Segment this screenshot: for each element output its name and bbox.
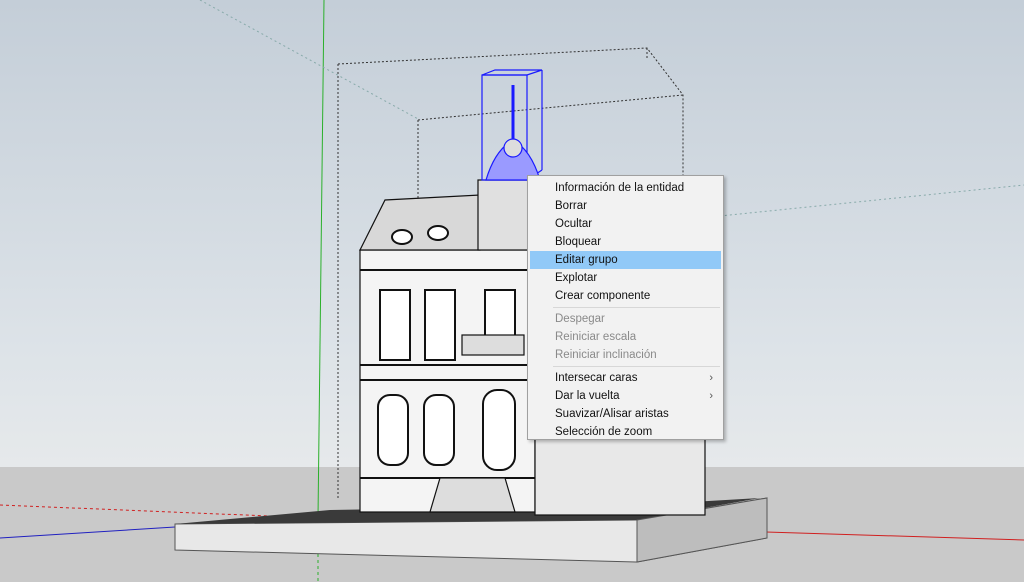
green-axis — [318, 0, 324, 518]
submenu-arrow-icon: › — [709, 387, 713, 405]
menu-item-label: Intersecar caras — [555, 372, 637, 384]
menu-item-label: Crear componente — [555, 290, 650, 302]
menu-item-reiniciar-inclinacion: Reiniciar inclinación — [530, 346, 721, 364]
menu-item-crear-componente[interactable]: Crear componente — [530, 287, 721, 305]
menu-item-editar-grupo[interactable]: Editar grupo — [530, 251, 721, 269]
menu-item-borrar[interactable]: Borrar — [530, 197, 721, 215]
menu-item-label: Bloquear — [555, 236, 601, 248]
menu-item-label: Reiniciar inclinación — [555, 349, 657, 361]
menu-item-seleccion-de-zoom[interactable]: Selección de zoom — [530, 423, 721, 441]
selected-group-dome — [482, 70, 542, 180]
menu-item-label: Dar la vuelta — [555, 390, 620, 402]
menu-item-suavizar-alisar-aristas[interactable]: Suavizar/Alisar aristas — [530, 405, 721, 423]
menu-item-dar-la-vuelta[interactable]: Dar la vuelta › — [530, 387, 721, 405]
menu-item-label: Suavizar/Alisar aristas — [555, 408, 669, 420]
submenu-arrow-icon: › — [709, 369, 713, 387]
menu-item-label: Editar grupo — [555, 254, 618, 266]
guide-line — [200, 0, 420, 120]
sketchup-viewport[interactable]: Información de la entidad Borrar Ocultar Bl… — [0, 0, 1024, 582]
menu-separator — [553, 366, 720, 367]
menu-item-intersecar-caras[interactable]: Intersecar caras › — [530, 369, 721, 387]
menu-separator — [553, 307, 720, 308]
menu-item-despegar: Despegar — [530, 310, 721, 328]
guide-line — [700, 185, 1024, 218]
menu-item-bloquear[interactable]: Bloquear — [530, 233, 721, 251]
menu-item-label: Selección de zoom — [555, 426, 652, 438]
menu-item-explotar[interactable]: Explotar — [530, 269, 721, 287]
menu-item-label: Reiniciar escala — [555, 331, 636, 343]
menu-item-label: Ocultar — [555, 218, 592, 230]
menu-item-ocultar[interactable]: Ocultar — [530, 215, 721, 233]
menu-item-label: Borrar — [555, 200, 587, 212]
menu-item-label: Explotar — [555, 272, 597, 284]
menu-item-label: Despegar — [555, 313, 605, 325]
menu-item-label: Información de la entidad — [555, 182, 684, 194]
menu-item-reiniciar-escala: Reiniciar escala — [530, 328, 721, 346]
menu-item-informacion-de-la-entidad[interactable]: Información de la entidad — [530, 179, 721, 197]
context-menu: Información de la entidad Borrar Ocultar Bl… — [527, 175, 724, 440]
model-scene[interactable] — [0, 0, 1024, 582]
